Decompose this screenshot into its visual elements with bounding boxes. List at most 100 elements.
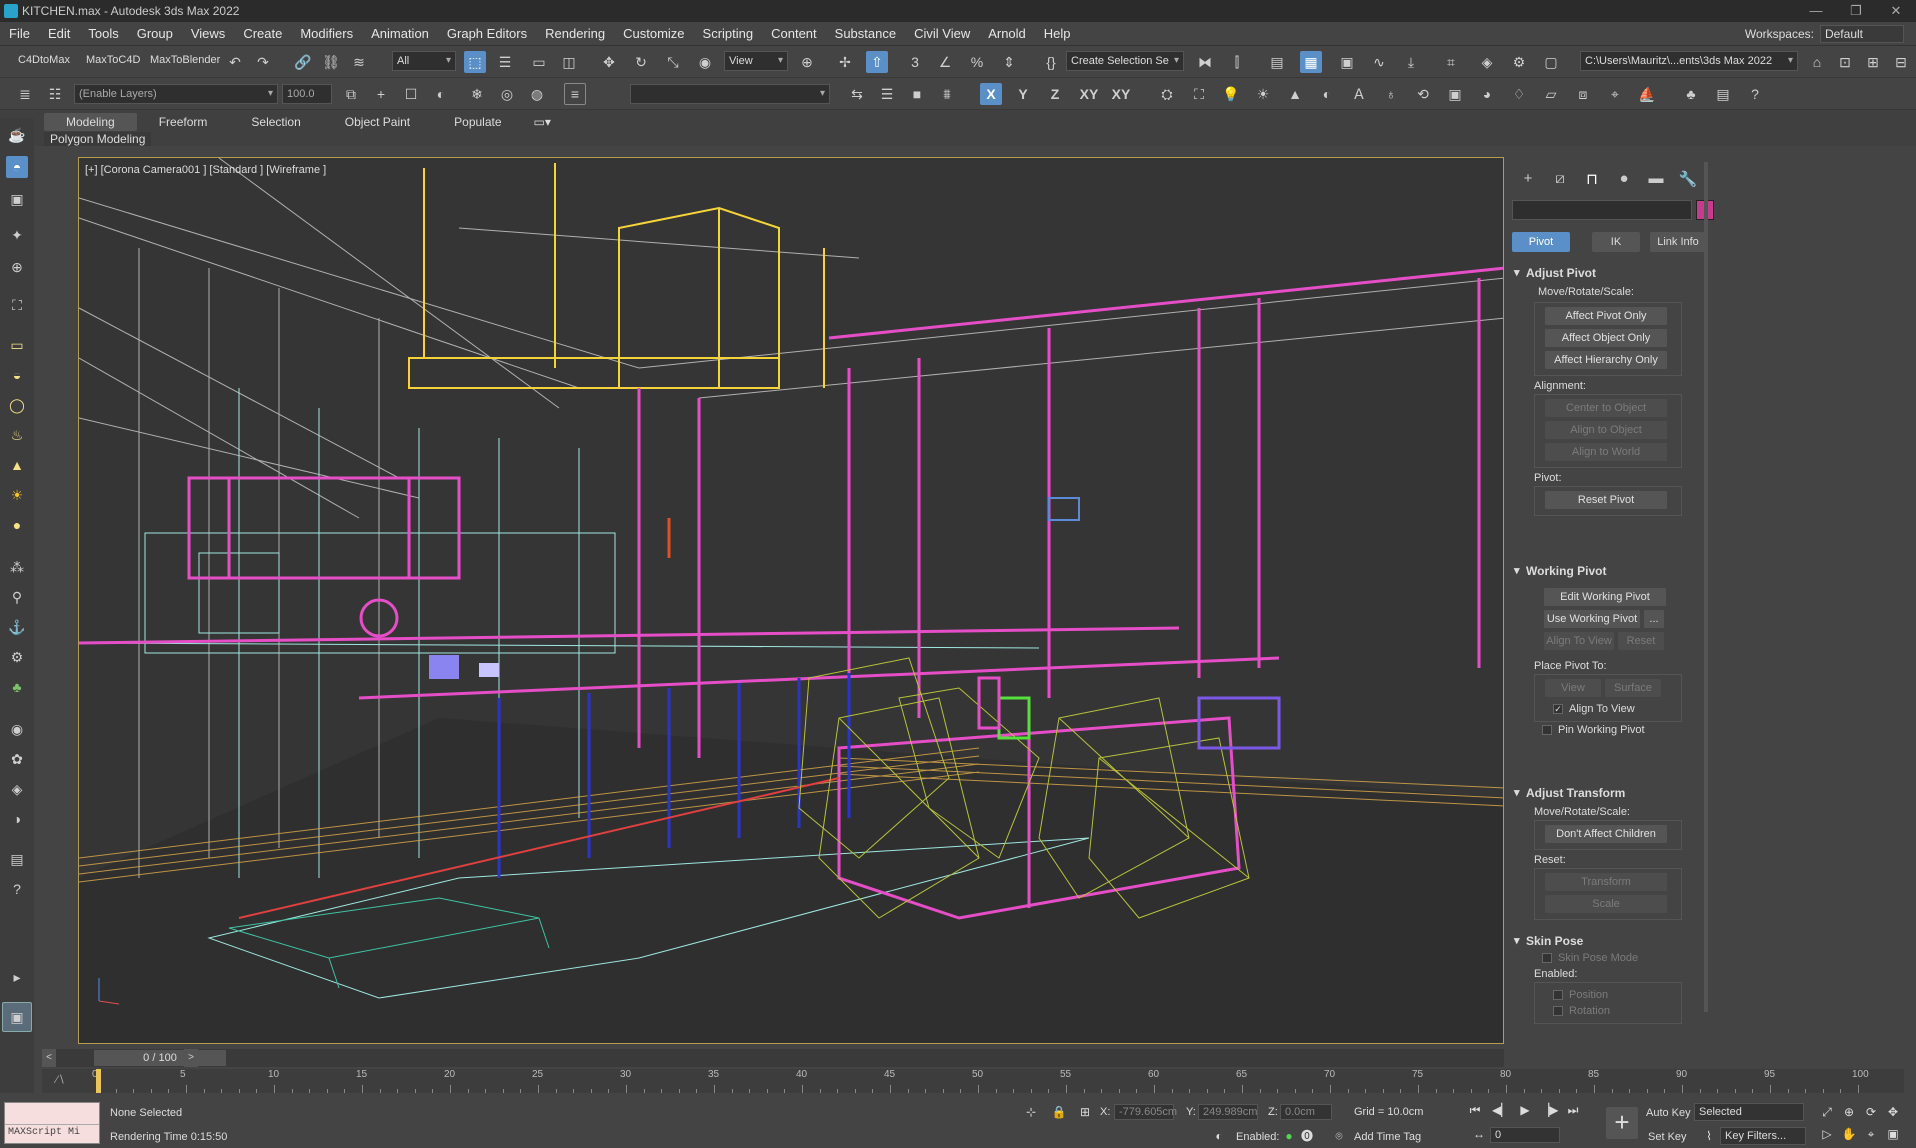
fov-icon[interactable]: ▷ — [1818, 1125, 1836, 1143]
orbit-icon[interactable]: ⟳ — [1862, 1103, 1880, 1121]
display-panel-icon[interactable]: ▬ — [1640, 170, 1672, 188]
viewport-label[interactable]: [+] [Corona Camera001 ] [Standard ] [Wir… — [85, 164, 326, 176]
plane-icon[interactable]: ▭ — [6, 334, 28, 356]
tab-selection[interactable]: Selection — [229, 113, 322, 131]
window-crossing-icon[interactable]: ◫ — [558, 51, 580, 73]
isolate-icon[interactable]: ⊹ — [1022, 1103, 1040, 1121]
y-coordinate-field[interactable]: 249.989cm — [1198, 1104, 1258, 1120]
menu-file[interactable]: File — [0, 26, 39, 41]
project-folder-dropdown[interactable]: C:\Users\Mauritz\...ents\3ds Max 2022 — [1580, 51, 1798, 71]
dope-sheet-icon[interactable]: ⤓ — [1400, 51, 1422, 73]
sky-icon[interactable]: ⚙ — [6, 646, 28, 668]
sweep-icon[interactable]: ⩩ — [936, 83, 958, 105]
menu-animation[interactable]: Animation — [362, 26, 438, 41]
stack-panel-icon[interactable]: ≡ — [564, 83, 586, 105]
align-to-view-checkbox[interactable]: ✓ Align To View — [1553, 703, 1677, 715]
ribbon-options-icon[interactable]: ▭▾ — [524, 113, 561, 131]
create-panel-icon[interactable]: + — [1512, 170, 1544, 188]
text-icon[interactable]: Ａ — [1348, 83, 1370, 105]
layer-dropdown[interactable]: (Enable Layers) — [74, 84, 278, 104]
time-next-button[interactable]: > — [184, 1049, 198, 1067]
scatter-icon[interactable]: ⁂ — [6, 556, 28, 578]
project-icon[interactable]: ⌂ — [1806, 51, 1828, 73]
reference-coordinate-dropdown[interactable]: View — [724, 51, 788, 71]
workspace-icon[interactable]: ⊟ — [1890, 51, 1912, 73]
menu-customize[interactable]: Customize — [614, 26, 693, 41]
lock-selection-icon[interactable]: 🔒 — [1050, 1103, 1068, 1121]
helper-icon[interactable]: ⊕ — [6, 256, 28, 278]
hemisphere-icon[interactable]: ◒ — [6, 364, 28, 386]
viewport-icon[interactable]: ⌖ — [1604, 83, 1626, 105]
adjust-transform-header[interactable]: Adjust Transform — [1512, 784, 1708, 802]
object-name-field[interactable] — [1512, 200, 1692, 220]
toggle-ribbon-icon[interactable]: ▣ — [1336, 51, 1358, 73]
maximize-viewport-icon[interactable]: ▣ — [1884, 1125, 1902, 1143]
menu-edit[interactable]: Edit — [39, 26, 79, 41]
proxy-icon[interactable]: ⚲ — [6, 586, 28, 608]
bulb-icon[interactable]: ♁ — [1380, 83, 1402, 105]
trackbar-toggle-icon[interactable]: ⁄∖ — [56, 1073, 65, 1086]
adaptive-icon[interactable]: ⓿ — [1298, 1127, 1316, 1145]
restore-button[interactable]: ❐ — [1836, 0, 1876, 22]
zoom-extents-icon[interactable]: ⤢ — [1818, 1103, 1836, 1121]
schematic-view-icon[interactable]: ⌗ — [1440, 51, 1462, 73]
tab-modeling[interactable]: Modeling — [44, 113, 137, 131]
tab-pivot[interactable]: Pivot — [1512, 232, 1570, 252]
palette-icon[interactable]: ✿ — [6, 748, 28, 770]
render-region-icon[interactable]: ⧈ — [1572, 83, 1594, 105]
previous-frame-icon[interactable]: ◀▏ — [1492, 1101, 1510, 1119]
c4dtomax-button[interactable]: C4DtoMax — [18, 54, 70, 66]
scene-icon[interactable]: ⛵ — [1636, 83, 1658, 105]
place-icon[interactable]: ◉ — [694, 51, 716, 73]
menu-help[interactable]: Help — [1035, 26, 1080, 41]
dolly-icon[interactable]: ⌖ — [1862, 1125, 1880, 1143]
time-prev-button[interactable]: < — [42, 1049, 56, 1067]
maxtoblender-button[interactable]: MaxToBlender — [150, 54, 220, 66]
align-to-view-button[interactable]: Align To View — [1544, 632, 1614, 650]
select-by-name-icon[interactable]: ☰ — [494, 51, 516, 73]
viewport[interactable]: [+] [Corona Camera001 ] [Standard ] [Wir… — [78, 157, 1504, 1044]
teapot-icon[interactable]: ☕ — [6, 124, 28, 146]
percent-snap-icon[interactable]: % — [966, 51, 988, 73]
camera-icon[interactable]: ⛶ — [1188, 83, 1210, 105]
render-elem-icon[interactable]: ◈ — [6, 778, 28, 800]
maxtoc4d-button[interactable]: MaxToC4D — [86, 54, 140, 66]
scene-explorer-icon[interactable]: ▤ — [1266, 51, 1288, 73]
menu-substance[interactable]: Substance — [826, 26, 905, 41]
sphere-icon[interactable]: ◐ — [1316, 83, 1338, 105]
dont-affect-children-button[interactable]: Don't Affect Children — [1545, 825, 1667, 843]
plant-icon[interactable]: ♣ — [6, 676, 28, 698]
align-icon[interactable]: ⫿ — [1226, 51, 1248, 73]
tab-object-paint[interactable]: Object Paint — [323, 113, 432, 131]
time-slider[interactable]: < 0 / 100 > — [42, 1049, 1504, 1067]
material-editor-icon[interactable]: ◈ — [1476, 51, 1498, 73]
layer-select-icon[interactable]: ☐ — [400, 83, 422, 105]
light-icon[interactable]: 💡 — [1220, 83, 1242, 105]
layer-tools-icon[interactable]: ◍ — [526, 83, 548, 105]
vfb-icon[interactable]: ▣ — [1444, 83, 1466, 105]
layer-props-icon[interactable]: ◎ — [496, 83, 518, 105]
working-pivot-options-button[interactable]: ... — [1644, 610, 1664, 628]
select-tool-icon[interactable]: ⇆ — [846, 83, 868, 105]
dome-icon[interactable]: ● — [6, 514, 28, 536]
list-icon[interactable]: ▤ — [1712, 83, 1734, 105]
teapot-light-icon[interactable]: ♨ — [6, 424, 28, 446]
mirror-icon[interactable]: ⧓ — [1194, 51, 1216, 73]
expand-icon[interactable]: ▸ — [6, 966, 28, 988]
viewcube-icon[interactable]: ▣ — [2, 1002, 32, 1032]
select-object-icon[interactable]: ⬚ — [464, 51, 486, 73]
next-frame-icon[interactable]: ▕▶ — [1540, 1101, 1558, 1119]
menu-scripting[interactable]: Scripting — [694, 26, 763, 41]
redo-icon[interactable]: ↷ — [252, 51, 274, 73]
command-panel-scrollbar[interactable] — [1704, 162, 1708, 1012]
axis-z-button[interactable]: Z — [1044, 83, 1066, 105]
render-setup-icon[interactable]: ⚙ — [1508, 51, 1530, 73]
key-filters-button[interactable]: Key Filters... — [1720, 1127, 1806, 1145]
interactive-icon[interactable]: ◐ — [1210, 1127, 1228, 1145]
track-bar[interactable]: ⁄∖ 0 5 10 15 20 25 30 35 40 45 50 55 60 65 70 75 80 85 90 9… — [42, 1069, 1904, 1093]
toggle-icon[interactable]: ◑ — [6, 808, 28, 830]
tab-populate[interactable]: Populate — [432, 113, 523, 131]
cycle-icon[interactable]: ⟲ — [1412, 83, 1434, 105]
open-project-icon[interactable]: ⊡ — [1834, 51, 1856, 73]
skin-pose-header[interactable]: Skin Pose — [1512, 932, 1708, 950]
